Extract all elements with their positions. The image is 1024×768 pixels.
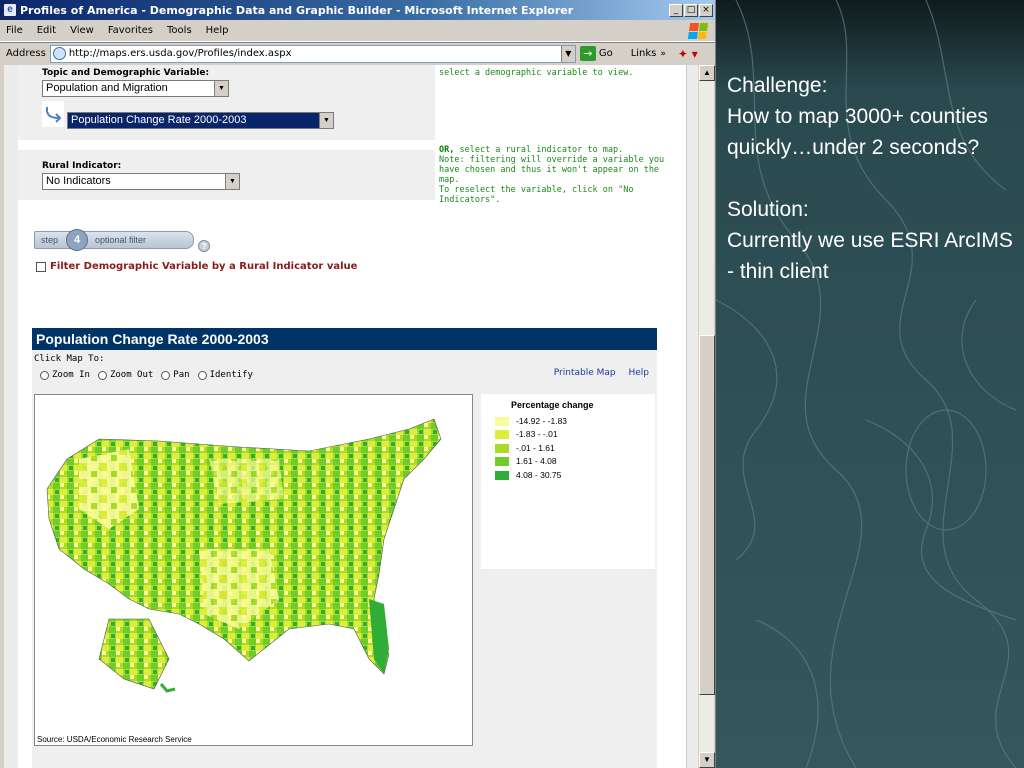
address-box[interactable]: ▼ <box>49 44 576 63</box>
address-label: Address <box>6 48 46 59</box>
printable-map-link[interactable]: Printable Map <box>554 368 616 378</box>
minimize-button[interactable]: _ <box>669 3 683 17</box>
toolbar-extension-icon[interactable]: ✦ ▾ <box>678 47 698 61</box>
menu-edit[interactable]: Edit <box>37 25 56 36</box>
rural-select[interactable]: No Indicators ▼ <box>42 173 240 190</box>
zoom-in-radio[interactable] <box>40 370 49 380</box>
filter-option[interactable]: Filter Demographic Variable by a Rural I… <box>36 261 357 272</box>
variable-select-value: Population Change Rate 2000-2003 <box>71 114 247 126</box>
legend-item: 1.61 - 4.08 <box>495 456 557 466</box>
legend-item: -14.92 - -1.83 <box>495 416 567 426</box>
pan-radio[interactable] <box>161 370 171 380</box>
chevron-right-icon[interactable]: » <box>660 49 666 59</box>
menu-favorites[interactable]: Favorites <box>108 25 153 36</box>
map-image[interactable]: Source: USDA/Economic Research Service <box>34 394 473 746</box>
rural-note-line5: To reselect the variable, click on "No <box>439 185 634 195</box>
menu-view[interactable]: View <box>70 25 94 36</box>
tool-identify[interactable]: Identify <box>197 370 253 380</box>
identify-radio[interactable] <box>197 370 207 380</box>
challenge-heading: Challenge: <box>727 74 828 97</box>
topic-select[interactable]: Population and Migration ▼ <box>42 80 229 97</box>
map-title: Population Change Rate 2000-2003 <box>32 328 657 350</box>
map-links: Printable Map Help <box>544 368 649 378</box>
map-legend: Percentage change -14.92 - -1.83 -1.83 -… <box>481 394 655 569</box>
zoom-out-radio[interactable] <box>97 370 107 380</box>
variable-select[interactable]: Population Change Rate 2000-2003 ▼ <box>67 112 334 129</box>
help-link[interactable]: Help <box>628 368 649 378</box>
step-4-tab: step 4 optional filter <box>34 229 194 251</box>
web-page: Topic and Demographic Variable: Populati… <box>18 65 686 768</box>
map-source: Source: USDA/Economic Research Service <box>37 735 192 744</box>
map-panel: Click Map To: Zoom In Zoom Out Pan Ident… <box>32 350 657 768</box>
menu-file[interactable]: File <box>6 25 23 36</box>
browser-window: e Profiles of America - Demographic Data… <box>0 0 716 768</box>
legend-swatch <box>495 416 509 426</box>
rural-label: Rural Indicator: <box>42 161 122 171</box>
scroll-thumb[interactable] <box>699 335 715 695</box>
address-input[interactable] <box>68 48 549 59</box>
topic-label: Topic and Demographic Variable: <box>42 68 210 78</box>
window-title: Profiles of America - Demographic Data a… <box>20 3 574 17</box>
page-viewport: Topic and Demographic Variable: Populati… <box>4 65 698 768</box>
menu-bar: File Edit View Favorites Tools Help <box>0 20 715 42</box>
step-label: step <box>41 235 59 245</box>
legend-swatch <box>495 470 509 480</box>
chevron-down-icon: ▼ <box>214 81 228 96</box>
us-county-map[interactable] <box>35 395 472 731</box>
slide-text: Challenge: How to map 3000+ counties qui… <box>727 70 1019 287</box>
go-button[interactable]: → Go <box>579 46 613 61</box>
go-label: Go <box>598 48 613 59</box>
filter-label: Filter Demographic Variable by a Rural I… <box>50 261 358 272</box>
ie-icon: e <box>3 3 17 17</box>
tool-zoom-out[interactable]: Zoom Out <box>97 370 153 380</box>
legend-swatch <box>495 443 509 453</box>
topic-note: select a demographic variable to view. <box>439 68 634 78</box>
rural-note-line3: have chosen and thus it won't appear on … <box>439 165 660 175</box>
filter-checkbox[interactable] <box>36 261 46 272</box>
step-number: 4 <box>66 229 88 251</box>
legend-swatch <box>495 456 509 466</box>
go-arrow-icon: → <box>579 46 596 61</box>
legend-item: -.01 - 1.61 <box>495 443 555 453</box>
address-dropdown-icon[interactable]: ▼ <box>560 45 575 62</box>
rural-note-line1: select a rural indicator to map. <box>454 145 624 155</box>
chevron-down-icon: ▼ <box>225 174 239 189</box>
legend-swatch <box>495 429 509 439</box>
rural-note-line4: map. <box>439 175 460 185</box>
scroll-up-icon[interactable]: ▲ <box>699 65 715 81</box>
legend-item: -1.83 - -.01 <box>495 429 558 439</box>
windows-logo-icon <box>687 22 709 39</box>
maximize-button[interactable]: □ <box>684 3 698 17</box>
legend-title: Percentage change <box>511 400 594 410</box>
rural-note: OR, select a rural indicator to map. Not… <box>439 145 664 205</box>
close-button[interactable]: × <box>699 3 713 17</box>
click-map-label: Click Map To: <box>34 354 105 364</box>
solution-text: Currently we use ESRI ArcIMS - thin clie… <box>727 229 1013 283</box>
rural-select-value: No Indicators <box>46 175 111 187</box>
step-name: optional filter <box>95 235 147 245</box>
title-bar: e Profiles of America - Demographic Data… <box>0 0 715 20</box>
challenge-text: How to map 3000+ counties quickly…under … <box>727 105 988 159</box>
curve-arrow-icon <box>42 101 64 127</box>
links-button[interactable]: Links <box>631 48 657 59</box>
rural-note-line2: Note: filtering will override a variable… <box>439 155 665 165</box>
address-bar: Address ▼ → Go Links » ✦ ▾ <box>0 42 715 64</box>
help-icon[interactable]: ? <box>198 240 210 252</box>
tool-zoom-in[interactable]: Zoom In <box>40 370 90 380</box>
legend-item: 4.08 - 30.75 <box>495 470 561 480</box>
menu-help[interactable]: Help <box>206 25 229 36</box>
rural-note-or: OR, <box>439 145 455 155</box>
vertical-scrollbar[interactable]: ▲ ▼ <box>698 65 715 768</box>
menu-tools[interactable]: Tools <box>167 25 192 36</box>
chevron-down-icon: ▼ <box>319 113 333 128</box>
topic-select-value: Population and Migration <box>46 82 168 94</box>
scroll-down-icon[interactable]: ▼ <box>699 752 715 768</box>
rural-note-line6: Indicators". <box>439 195 501 205</box>
solution-heading: Solution: <box>727 198 809 221</box>
tool-pan[interactable]: Pan <box>161 370 190 380</box>
page-icon <box>52 47 66 60</box>
map-tools: Zoom In Zoom Out Pan Identify <box>40 370 261 380</box>
